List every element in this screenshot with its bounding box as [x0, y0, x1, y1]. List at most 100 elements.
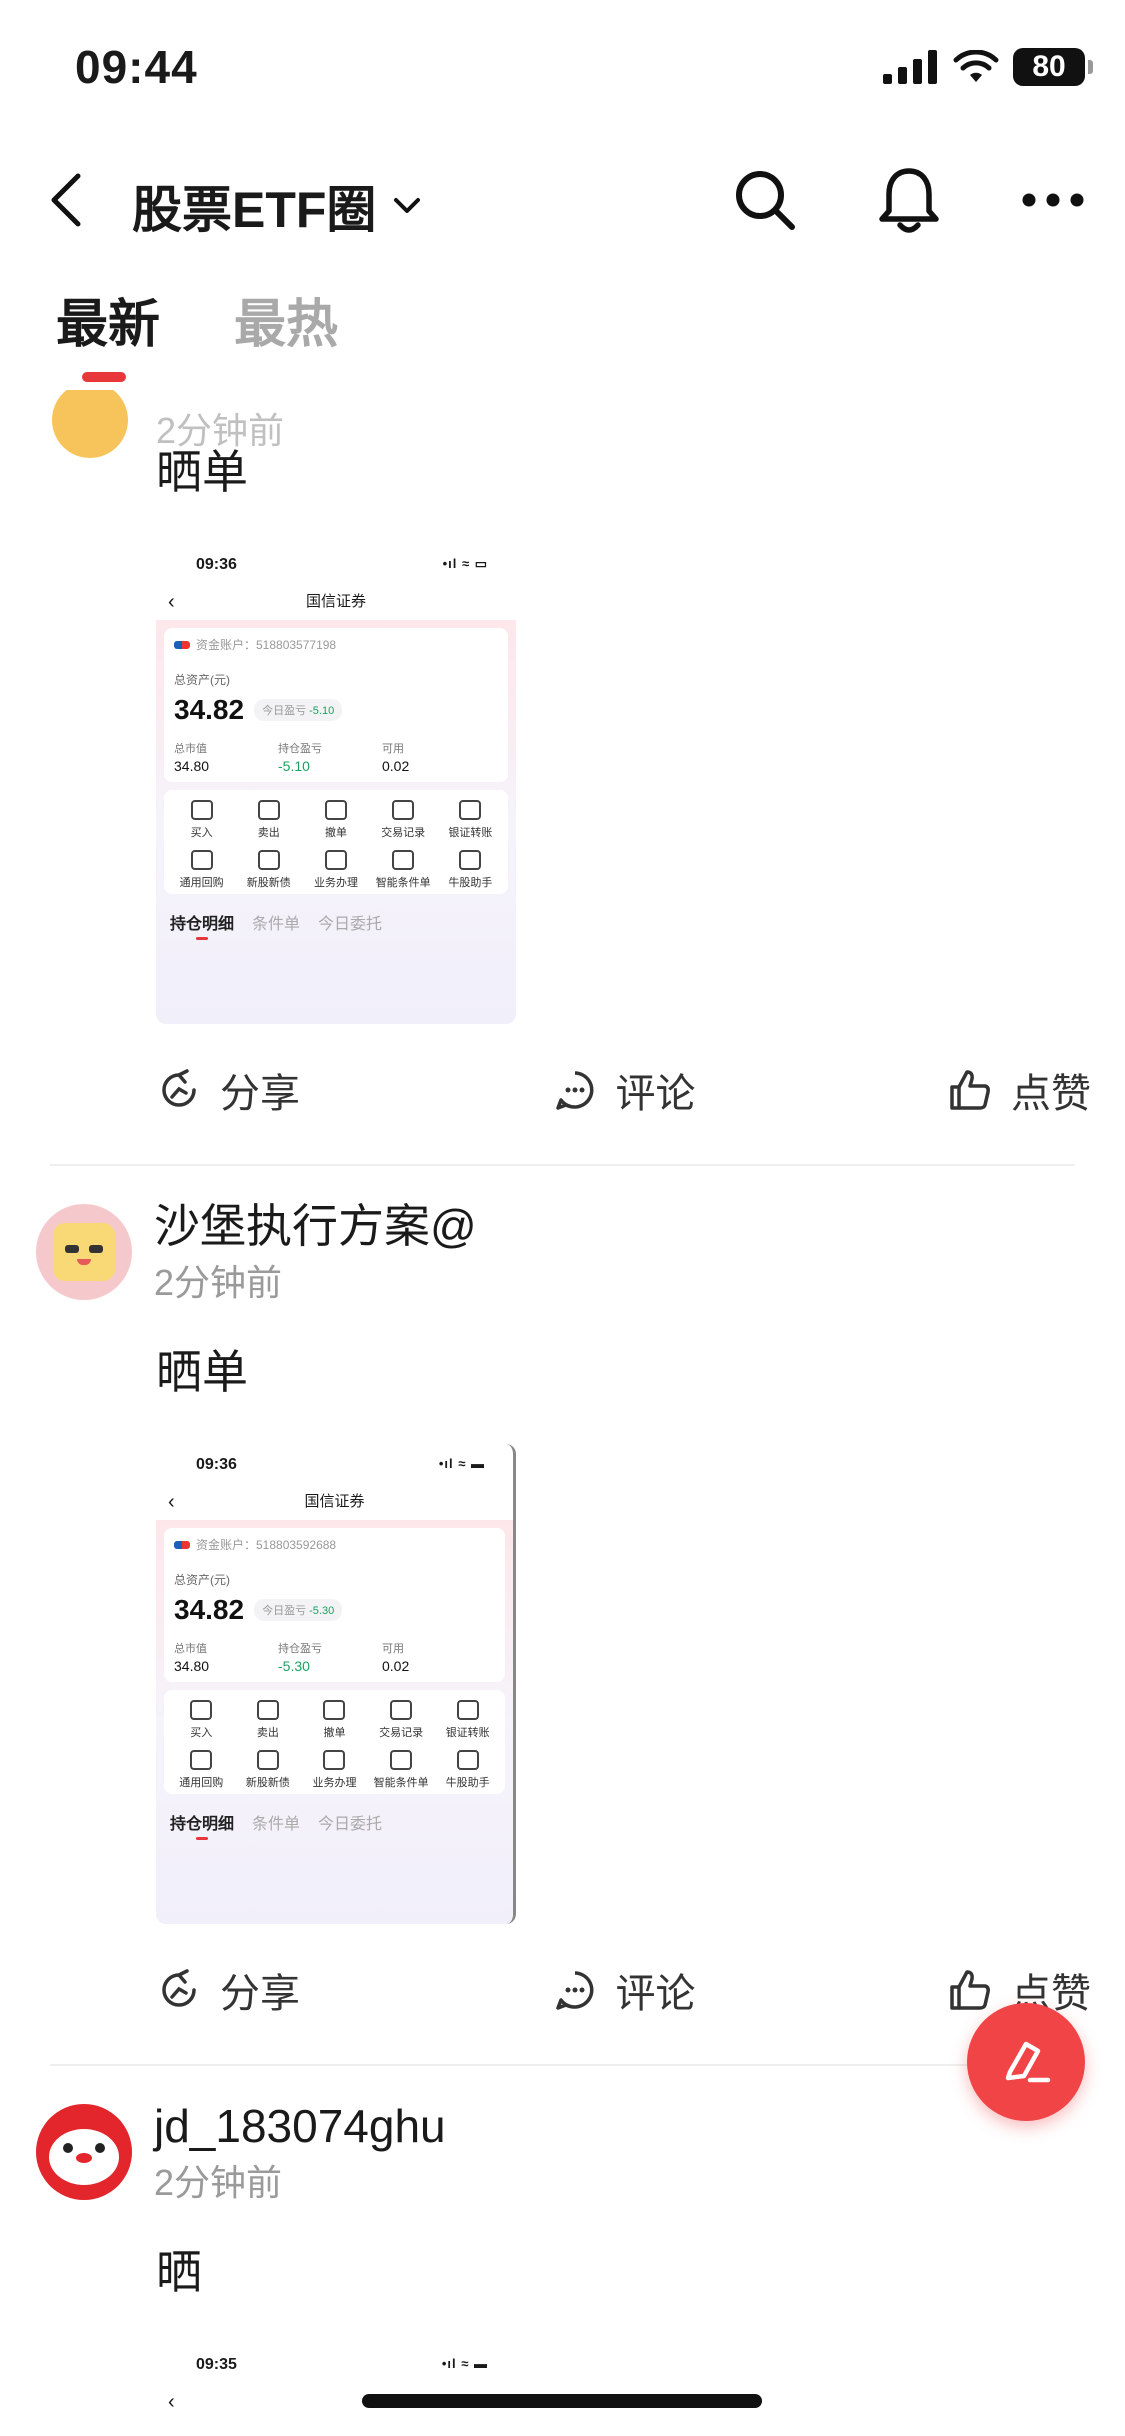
menu-label: 交易记录 [379, 1727, 424, 1739]
comment-label: 评论 [615, 1972, 696, 2016]
post-item[interactable]: jd_183074ghu 2分钟前 晒 09:35 •ıl ≈ ▬ ‹ [0, 2096, 1125, 2436]
menu-label: 买入 [190, 827, 213, 839]
post-item[interactable]: 沙堡执行方案@ 2分钟前 晒单 09:36 •ıl ≈ ▬ ‹ 国信证券 资金账… [0, 1196, 1125, 2066]
menu-item: 通用回购 [168, 850, 235, 890]
menu-label: 牛股助手 [445, 1777, 490, 1789]
stat-label: 持仓盈亏 [278, 1643, 322, 1655]
comment-button[interactable]: 评论 [552, 1061, 696, 1119]
business-icon [323, 1750, 346, 1770]
menu-label: 业务办理 [313, 877, 358, 889]
image-status-icons: •ıl ≈ ▭ [442, 556, 488, 571]
stat-value: 34.80 [174, 758, 210, 774]
author-row: 沙堡执行方案@ 2分钟前 [0, 1196, 1125, 1306]
author-info: jd_183074ghu 2分钟前 [154, 2096, 446, 2206]
edit-pen-icon [1005, 2041, 1051, 2083]
wifi-icon [953, 50, 999, 82]
post-item[interactable]: 2分钟前 晒单 09:36 •ıl ≈ ▭ ‹ 国信证券 资金账户：518803… [0, 382, 1125, 1166]
pnl-badge: 今日盈亏 -5.30 [254, 1599, 343, 1621]
share-button[interactable]: 分享 [156, 1961, 300, 2019]
account-number: 资金账户：518803592688 [196, 1538, 337, 1552]
sub-tab: 今日委托 [318, 916, 383, 933]
search-button[interactable] [723, 158, 807, 242]
download-icon [190, 800, 213, 820]
image-body: 资金账户：518803592688 总资产(元) 34.82 今日盈亏 -5.3… [156, 1520, 513, 1924]
menu-label: 卖出 [256, 1727, 279, 1739]
business-icon [324, 850, 347, 870]
tab-hottest[interactable]: 最热 [234, 280, 338, 370]
download-icon [190, 1700, 213, 1720]
notification-button[interactable] [867, 158, 951, 242]
pnl-value: -5.30 [309, 1605, 335, 1617]
author-row: jd_183074ghu 2分钟前 [0, 2096, 1125, 2206]
menu-item: 撤单 [301, 1700, 368, 1740]
undo-icon [324, 800, 347, 820]
account-row: 资金账户：518803592688 [174, 1536, 495, 1553]
stat-value: -5.10 [278, 758, 310, 774]
menu-item: 通用回购 [168, 1750, 235, 1790]
compose-post-button[interactable] [967, 2003, 1085, 2121]
avatar-character-icon [49, 2129, 119, 2185]
more-button[interactable] [1011, 158, 1095, 242]
image-title: 国信证券 [305, 593, 366, 610]
condition-order-icon [390, 1750, 413, 1770]
menu-item: 智能条件单 [368, 1750, 435, 1790]
menu-label: 通用回购 [179, 1777, 224, 1789]
menu-label: 银证转账 [448, 827, 493, 839]
share-button[interactable]: 分享 [156, 1061, 300, 1119]
image-status-icons: •ıl ≈ ▬ [438, 1456, 485, 1471]
page-title: 股票ETF圈 [132, 182, 377, 238]
back-arrow-icon[interactable] [36, 168, 100, 232]
sub-tab: 持仓明细 [170, 910, 234, 940]
menu-item: 银证转账 [434, 1700, 501, 1740]
menu-label: 新股新债 [245, 1777, 290, 1789]
search-icon [736, 171, 795, 230]
function-menu: 买入 卖出 撤单 交易记录 银证转账 通用回购 新股新债 业务办理 智能条件单 … [164, 1690, 505, 1794]
stat-available: 可用 0.02 [382, 1640, 486, 1674]
stat-label: 总市值 [174, 1643, 207, 1655]
avatar[interactable] [36, 2104, 132, 2200]
broker-logo-icon [174, 1540, 190, 1549]
image-sub-tabs: 持仓明细 条件单 今日委托 [164, 910, 508, 940]
feed-tabs: 最新 最热 [0, 280, 1125, 390]
stat-available: 可用 0.02 [382, 740, 486, 774]
circle-title-dropdown[interactable]: 股票ETF圈 [132, 170, 422, 242]
bell-icon [879, 168, 939, 233]
like-button[interactable]: 点赞 [947, 1061, 1091, 1119]
more-dots-icon [1022, 193, 1084, 207]
post-image[interactable]: 09:36 •ıl ≈ ▭ ‹ 国信证券 资金账户：518803577198 总… [156, 544, 516, 1024]
author-name[interactable]: 沙堡执行方案@ [154, 1196, 477, 1256]
chevron-down-icon [394, 198, 421, 213]
menu-item: 撤单 [302, 800, 369, 840]
asset-stats: 总市值 34.80 持仓盈亏 -5.10 可用 0.02 [174, 740, 498, 774]
thumbs-up-icon [950, 1070, 990, 1110]
stat-label: 总市值 [174, 743, 207, 755]
menu-label: 买入 [190, 1727, 213, 1739]
post-image[interactable]: 09:35 •ıl ≈ ▬ ‹ [156, 2344, 516, 2436]
avatar[interactable] [36, 1204, 132, 1300]
stat-value: 0.02 [382, 758, 410, 774]
repo-icon [190, 1750, 213, 1770]
avatar[interactable] [52, 382, 128, 458]
image-status-icons: •ıl ≈ ▬ [441, 2356, 488, 2371]
transfer-icon [456, 1700, 479, 1720]
tab-latest[interactable]: 最新 [56, 280, 160, 382]
account-row: 资金账户：518803577198 [174, 636, 498, 653]
avatar-character-icon [53, 1223, 115, 1281]
post-time: 2分钟前 [154, 2162, 283, 2203]
back-arrow-icon: ‹ [168, 2391, 175, 2413]
post-image[interactable]: 09:36 •ıl ≈ ▬ ‹ 国信证券 资金账户：518803592688 总… [156, 1444, 516, 1924]
menu-item: 买入 [168, 1700, 235, 1740]
sub-tab: 持仓明细 [170, 1810, 234, 1840]
stat-value: -5.30 [278, 1658, 310, 1674]
stat-position-pnl: 持仓盈亏 -5.10 [278, 740, 382, 774]
comment-button[interactable]: 评论 [552, 1961, 696, 2019]
ipo-icon [257, 850, 280, 870]
author-name[interactable]: jd_183074ghu [154, 2096, 446, 2156]
post-actions: 分享 评论 点赞 [0, 1950, 1125, 2030]
post-feed: 2分钟前 晒单 09:36 •ıl ≈ ▭ ‹ 国信证券 资金账户：518803… [0, 382, 1125, 2436]
post-time: 2分钟前 [156, 410, 285, 451]
bull-icon [456, 1750, 479, 1770]
account-number: 资金账户：518803577198 [196, 638, 337, 652]
asset-stats: 总市值 34.80 持仓盈亏 -5.30 可用 0.02 [174, 1640, 495, 1674]
asset-card: 资金账户：518803592688 总资产(元) 34.82 今日盈亏 -5.3… [164, 1528, 505, 1682]
